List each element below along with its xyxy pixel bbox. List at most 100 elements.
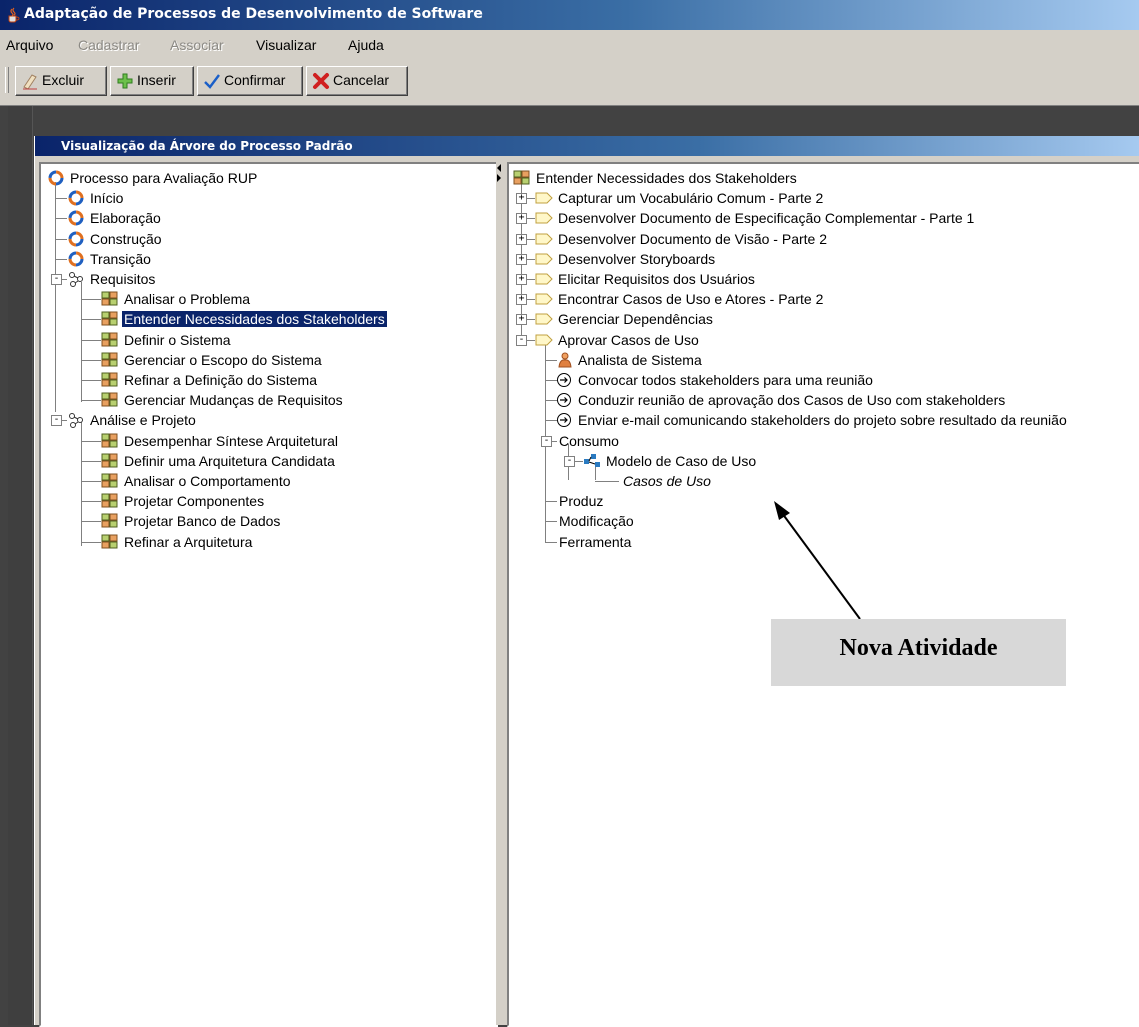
circle-arrow-icon — [557, 393, 571, 408]
split-right-arrow[interactable] — [497, 174, 501, 182]
inserir-button[interactable]: Inserir — [110, 66, 194, 96]
internal-frame-title: Visualização da Árvore do Processo Padrã… — [61, 139, 353, 153]
nova-atividade-callout: Nova Atividade — [771, 619, 1066, 686]
cancelar-button[interactable]: Cancelar — [306, 66, 408, 96]
menu-cadastrar[interactable]: Cadastrar — [78, 37, 139, 53]
tree-node-label: Capturar um Vocabulário Comum - Parte 2 — [558, 190, 824, 207]
tree-connector — [595, 481, 619, 482]
expand-node-toggle[interactable]: + — [516, 274, 527, 285]
circle-arrow-icon — [557, 413, 571, 428]
plus-icon — [117, 73, 133, 89]
tree-node-label: Elaboração — [90, 210, 161, 227]
process-cycle-icon — [48, 170, 64, 186]
tree-connector — [81, 460, 101, 462]
tree-connector — [81, 481, 101, 482]
tree-node-label: Analisar o Problema — [124, 291, 251, 308]
tree-node-label: Gerenciar o Escopo do Sistema — [124, 351, 322, 368]
tree-node-label: Modelo de Caso de Uso — [606, 452, 757, 469]
step-tag-icon — [535, 313, 553, 325]
cancelar-label: Cancelar — [333, 72, 390, 88]
annotation-arrow — [774, 501, 861, 620]
outer-frame-edge — [8, 106, 33, 1025]
collapse-node-toggle[interactable]: - — [564, 455, 575, 467]
window-title: Adaptação de Processos de Desenvolviment… — [24, 6, 483, 22]
phase-cycle-icon — [68, 251, 84, 267]
tree-node-label: Produz — [559, 493, 604, 510]
menu-visualizar[interactable]: Visualizar — [256, 37, 316, 53]
tree-node-label: Projetar Componentes — [124, 493, 265, 510]
collapse-node-toggle[interactable]: - — [516, 334, 527, 346]
confirmar-button[interactable]: Confirmar — [197, 66, 303, 96]
discipline-icon — [69, 413, 83, 429]
confirmar-label: Confirmar — [224, 72, 286, 88]
tree-connector — [81, 521, 101, 523]
tree-node-label: Entender Necessidades dos Stakeholders — [121, 310, 388, 329]
tree-node-label: Entender Necessidades dos Stakeholders — [536, 170, 797, 186]
tree-node-label: Gerenciar Mudanças de Requisitos — [124, 392, 343, 409]
collapse-node-toggle[interactable]: - — [541, 435, 552, 447]
tree-node-label: Ferramenta — [559, 533, 632, 550]
collapse-node-toggle[interactable]: - — [51, 274, 62, 285]
step-tag-icon — [535, 192, 553, 204]
tree-connector — [81, 440, 101, 442]
tree-node-label: Desenvolver Documento de Especificação C… — [558, 210, 975, 227]
tree-connector — [81, 400, 101, 402]
callout-text: Nova Atividade — [839, 635, 998, 661]
tree-connector — [81, 299, 101, 301]
tree-connector — [81, 319, 101, 321]
toolbar-grip[interactable] — [5, 67, 9, 93]
left-tree-panel[interactable]: Processo para Avaliação RUP Início Elabora… — [39, 162, 498, 1027]
activity-icon — [101, 372, 118, 387]
tree-connector — [81, 380, 101, 381]
phase-cycle-icon — [68, 190, 84, 206]
tree-connector — [81, 359, 101, 361]
menu-ajuda[interactable]: Ajuda — [348, 37, 384, 53]
split-pane-divider[interactable] — [496, 162, 505, 1025]
expand-node-toggle[interactable]: + — [516, 213, 527, 225]
tree-connector — [545, 521, 557, 523]
model-icon — [584, 453, 600, 467]
excluir-button[interactable]: Excluir — [15, 66, 107, 96]
tree-node-label: Refinar a Definição do Sistema — [124, 372, 317, 388]
expand-node-toggle[interactable]: + — [516, 294, 527, 306]
menu-arquivo[interactable]: Arquivo — [6, 37, 53, 53]
tree-node-label: Processo para Avaliação RUP — [70, 170, 258, 186]
tree-connector — [55, 218, 67, 220]
tree-node-label: Início — [90, 190, 124, 207]
phase-cycle-icon — [68, 210, 84, 226]
tree-node-label: Definir uma Arquitetura Candidata — [124, 452, 335, 469]
tree-node-label: Analista de Sistema — [578, 351, 702, 368]
tree-node-label: Construção — [90, 230, 162, 247]
toolbar: Excluir Inserir Confirmar Cancelar — [0, 59, 1139, 106]
tree-node-label: Encontrar Casos de Uso e Atores - Parte … — [558, 291, 824, 308]
tree-connector — [81, 501, 101, 503]
tree-node-label: Definir o Sistema — [124, 331, 231, 348]
check-icon — [204, 74, 220, 89]
tree-node-label: Enviar e-mail comunicando stakeholders d… — [578, 412, 1067, 429]
tree-node-label: Elicitar Requisitos dos Usuários — [558, 271, 755, 287]
discipline-icon — [69, 272, 83, 287]
tree-node-label: Gerenciar Dependências — [558, 311, 713, 328]
tree-node-label: Desenvolver Storyboards — [558, 250, 716, 267]
process-tree-window: Visualização da Árvore do Processo Padrã… — [34, 136, 1139, 1027]
tree-node-label: Refinar a Arquitetura — [124, 533, 253, 550]
activity-icon — [101, 332, 118, 347]
collapse-node-toggle[interactable]: - — [51, 415, 62, 427]
step-tag-icon — [535, 212, 553, 224]
menu-associar[interactable]: Associar — [170, 37, 224, 53]
activity-icon — [101, 493, 118, 508]
split-left-arrow[interactable] — [497, 164, 501, 172]
step-tag-icon — [535, 253, 553, 265]
expand-node-toggle[interactable]: + — [516, 314, 527, 326]
expand-node-toggle[interactable]: + — [516, 253, 527, 265]
phase-cycle-icon — [68, 231, 84, 247]
excluir-label: Excluir — [42, 72, 85, 88]
tree-connector — [55, 182, 56, 412]
expand-node-toggle[interactable]: + — [516, 193, 527, 205]
activity-icon — [101, 534, 118, 549]
tree-node-label: Aprovar Casos de Uso — [558, 331, 699, 348]
internal-frame-titlebar[interactable]: Visualização da Árvore do Processo Padrã… — [35, 136, 1139, 156]
tree-node-label: Consumo — [559, 432, 619, 449]
expand-node-toggle[interactable]: + — [516, 233, 527, 245]
tree-node-label: Casos de Uso — [623, 473, 711, 489]
